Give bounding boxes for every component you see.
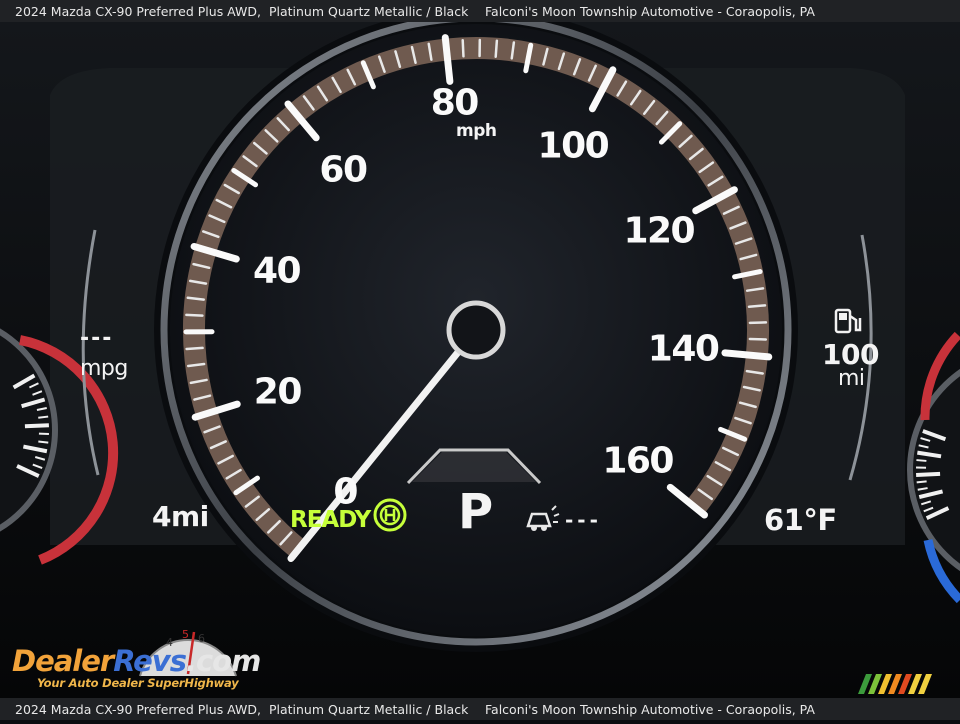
instrument-cluster: 020406080100120140160 mph --- mpg 4mi 10…: [0, 0, 960, 720]
fuel-economy-unit: mpg: [80, 356, 128, 381]
caption-dealer: Falconi's Moon Township Automotive - Cor…: [485, 4, 815, 19]
side-gauge-tick: [916, 474, 940, 475]
minor-tick: [496, 41, 497, 57]
minor-tick: [187, 348, 203, 349]
brand-tagline: Your Auto Dealer SuperHighway: [37, 676, 239, 690]
caption-vehicle: 2024 Mazda CX-90 Preferred Plus AWD,: [15, 702, 261, 717]
side-gauge-tick: [38, 441, 48, 442]
speed-label-20: 20: [254, 371, 301, 412]
cruise-set-speed: ---: [565, 508, 602, 532]
ready-indicator: READY: [290, 507, 370, 533]
minor-tick: [750, 339, 766, 340]
minor-tick: [188, 298, 204, 300]
major-tick: [725, 353, 769, 357]
side-gauge-tick: [38, 417, 48, 418]
speed-label-60: 60: [319, 150, 366, 191]
caption-bar-bottom: 2024 Mazda CX-90 Preferred Plus AWD, Pla…: [0, 698, 960, 720]
speed-label-100: 100: [538, 125, 609, 166]
speed-unit: mph: [456, 121, 497, 141]
speed-label-80: 80: [431, 83, 478, 124]
range-unit: mi: [838, 366, 865, 391]
speed-label-140: 140: [648, 329, 719, 370]
major-tick: [445, 38, 450, 82]
speed-label-0: 0: [333, 471, 357, 512]
outside-temperature: 61°F: [764, 503, 837, 537]
brand-part-1: Dealer: [12, 644, 113, 678]
minor-tick: [749, 305, 765, 306]
svg-text:5: 5: [182, 628, 189, 641]
brand-part-2: Revs: [113, 644, 186, 678]
caption-vehicle: 2024 Mazda CX-90 Preferred Plus AWD,: [15, 4, 261, 19]
caption-dealer: Falconi's Moon Township Automotive - Cor…: [485, 702, 815, 717]
caption-color: Platinum Quartz Metallic / Black: [269, 4, 468, 19]
side-gauge-tick: [917, 481, 927, 482]
trip-distance: 4mi: [152, 500, 209, 533]
fuel-economy-value: ---: [80, 326, 113, 351]
minor-tick: [463, 40, 464, 56]
caption-color: Platinum Quartz Metallic / Black: [269, 702, 468, 717]
stripes-logo-icon: [858, 674, 938, 694]
brand-part-3: .com: [186, 644, 260, 678]
side-gauge-tick: [916, 460, 926, 461]
cluster-graphics: [0, 0, 960, 720]
speed-label-120: 120: [623, 210, 694, 251]
dealerrevs-watermark: 4 5 6 DealerRevs.com Your Auto Dealer Su…: [12, 620, 272, 692]
speed-label-40: 40: [253, 250, 300, 291]
needle-hub: [449, 303, 503, 357]
side-gauge-tick: [25, 425, 49, 426]
caption-bar-top: 2024 Mazda CX-90 Preferred Plus AWD, Pla…: [0, 0, 960, 22]
gear-indicator: P: [458, 484, 493, 540]
minor-tick: [186, 315, 202, 316]
speed-label-160: 160: [602, 440, 673, 481]
